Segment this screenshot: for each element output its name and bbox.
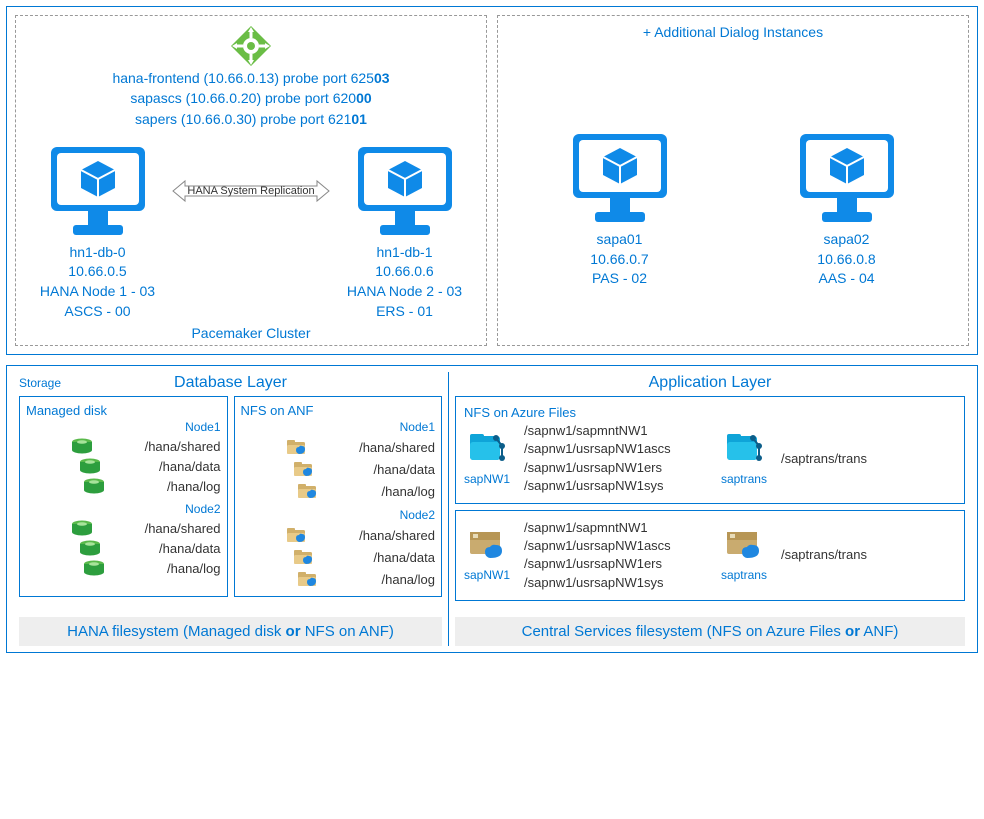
nfs-folder-icon	[293, 460, 315, 478]
disk-icon	[79, 458, 101, 474]
nfs-folder-icon	[297, 482, 319, 500]
nfs-folder-icon	[286, 526, 308, 544]
azure-files-icon	[723, 432, 765, 470]
svg-text:HANA System Replication: HANA System Replication	[187, 185, 314, 197]
storage-label: Storage	[19, 376, 61, 390]
vm-icon	[43, 139, 153, 239]
hana-replication-arrow: HANA System Replication	[171, 177, 331, 205]
app-node-1: sapa01 10.66.0.7 PAS - 02	[506, 126, 733, 289]
nfs-folder-icon	[286, 438, 308, 456]
db-layer-title: Database Layer	[19, 374, 442, 392]
dialog-instances-box: + Additional Dialog Instances sapa01 10.…	[497, 15, 969, 346]
nfs-folder-icon	[293, 548, 315, 566]
load-balancer-icon	[227, 24, 275, 68]
lb-config-text: hana-frontend (10.66.0.13) probe port 62…	[24, 68, 478, 129]
managed-disk-panel: Managed disk Node1 /hana/shared /hana/da…	[19, 396, 228, 597]
vm-icon	[350, 139, 460, 239]
hana-node-1: hn1-db-0 10.66.0.5 HANA Node 1 - 03 ASCS…	[24, 139, 171, 321]
storage-section: Storage Database Layer Managed disk Node…	[6, 365, 978, 653]
dialog-title: + Additional Dialog Instances	[506, 24, 960, 50]
hana-node-2: hn1-db-1 10.66.0.6 HANA Node 2 - 03 ERS …	[331, 139, 478, 321]
app-node-2: sapa02 10.66.0.8 AAS - 04	[733, 126, 960, 289]
anf-share-panel: sapNW1 /sapnw1/sapmntNW1 /sapnw1/usrsapN…	[455, 510, 965, 601]
anf-share-icon	[723, 528, 765, 566]
azure-files-icon	[466, 432, 508, 470]
anf-share-icon	[466, 528, 508, 566]
architecture-top: hana-frontend (10.66.0.13) probe port 62…	[6, 6, 978, 355]
pacemaker-cluster-box: hana-frontend (10.66.0.13) probe port 62…	[15, 15, 487, 346]
disk-icon	[79, 540, 101, 556]
app-layer-title: Application Layer	[455, 374, 965, 392]
disk-icon	[71, 520, 93, 536]
nfs-folder-icon	[297, 570, 319, 588]
disk-icon	[83, 560, 105, 576]
vm-icon	[565, 126, 675, 226]
nfs-anf-panel: NFS on ANF Node1 /hana/shared /hana/data…	[234, 396, 443, 597]
disk-icon	[71, 438, 93, 454]
app-footer: Central Services filesystem (NFS on Azur…	[455, 617, 965, 646]
disk-icon	[83, 478, 105, 494]
vm-icon	[792, 126, 902, 226]
cluster-caption: Pacemaker Cluster	[24, 321, 478, 341]
nfs-azurefiles-panel: NFS on Azure Files sapNW1 /sapnw1/sapmnt…	[455, 396, 965, 504]
db-footer: HANA filesystem (Managed disk or NFS on …	[19, 617, 442, 646]
